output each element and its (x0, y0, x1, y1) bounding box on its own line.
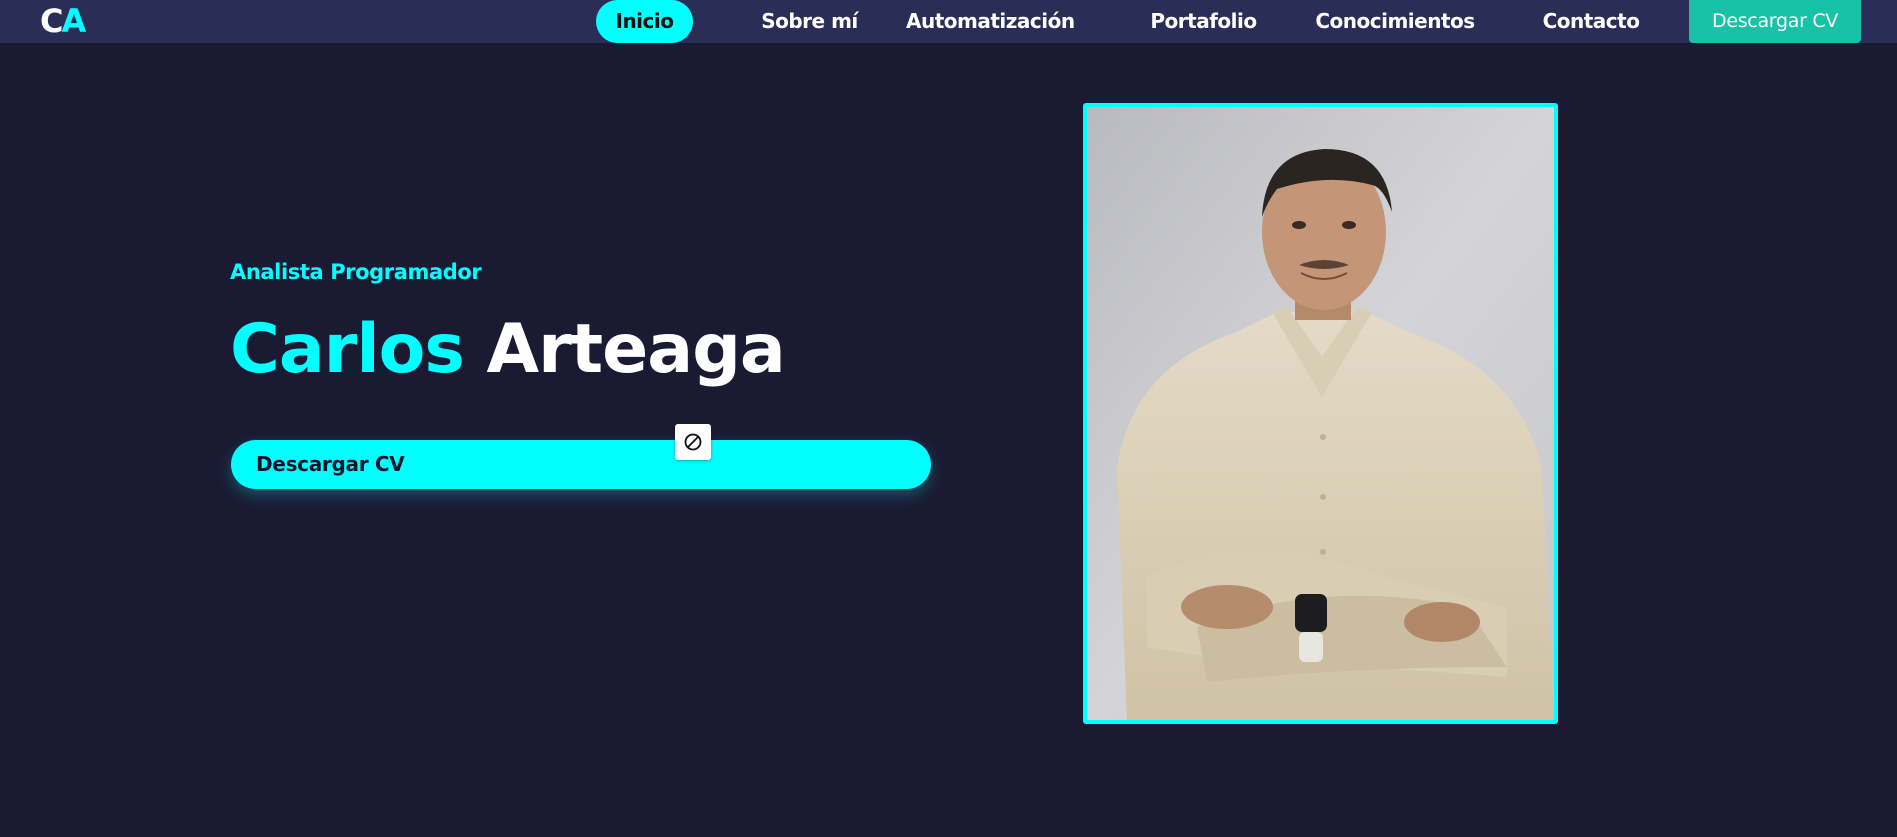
not-allowed-icon (675, 424, 711, 460)
hero-download-cv-button[interactable]: Descargar CV (231, 440, 931, 489)
logo-letter-c: C (40, 2, 64, 40)
hero-first-name: Carlos (230, 310, 465, 389)
nav-item-inicio[interactable]: Inicio (596, 0, 693, 43)
hero-download-cv-label: Descargar CV (256, 452, 405, 476)
logo[interactable]: CA (40, 2, 86, 40)
hero-last-name: Arteaga (486, 310, 786, 389)
nav-download-cv-button[interactable]: Descargar CV (1689, 0, 1861, 43)
navbar: CA Inicio Sobre mí Automatización Portaf… (0, 0, 1897, 43)
hero-subtitle: Analista Programador (230, 260, 482, 284)
page: CA Inicio Sobre mí Automatización Portaf… (0, 0, 1897, 837)
logo-letter-a: A (61, 2, 86, 40)
nav-item-sobre-mi[interactable]: Sobre mí (742, 0, 877, 43)
profile-photo (1083, 103, 1558, 724)
nav-item-portafolio[interactable]: Portafolio (1141, 0, 1266, 43)
hero-name: Carlos Arteaga (230, 310, 786, 390)
nav-item-automatizacion[interactable]: Automatización (906, 0, 1075, 43)
nav-item-contacto[interactable]: Contacto (1541, 0, 1641, 43)
nav-item-conocimientos[interactable]: Conocimientos (1312, 0, 1478, 43)
